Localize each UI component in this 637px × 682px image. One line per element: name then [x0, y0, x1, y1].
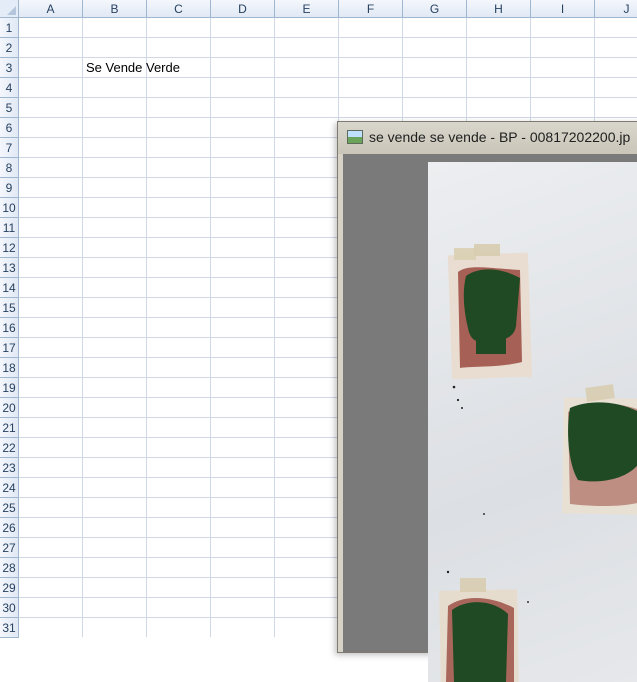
row-header-12[interactable]: 12 — [0, 238, 19, 258]
row-header-14[interactable]: 14 — [0, 278, 19, 298]
painted-paper-2 — [561, 384, 637, 515]
row-header-17[interactable]: 17 — [0, 338, 19, 358]
row-header-28[interactable]: 28 — [0, 558, 19, 578]
row-header-9[interactable]: 9 — [0, 178, 19, 198]
row-header-18[interactable]: 18 — [0, 358, 19, 378]
row-header-15[interactable]: 15 — [0, 298, 19, 318]
image-viewer-window[interactable]: se vende se vende - BP - 00817202200.jp — [337, 121, 637, 682]
row-header-23[interactable]: 23 — [0, 458, 19, 478]
row-header-25[interactable]: 25 — [0, 498, 19, 518]
column-header-h[interactable]: H — [467, 0, 531, 18]
artwork-photo-svg — [439, 244, 637, 682]
row-header-7[interactable]: 7 — [0, 138, 19, 158]
row-header-21[interactable]: 21 — [0, 418, 19, 438]
row-headers: 1 2 3 4 5 6 7 8 9 10 11 12 13 14 15 16 17 18 19 20 21 22 23 24 2… — [0, 18, 19, 638]
row-header-5[interactable]: 5 — [0, 98, 19, 118]
row-header-19[interactable]: 19 — [0, 378, 19, 398]
viewer-canvas — [343, 154, 637, 682]
row-header-24[interactable]: 24 — [0, 478, 19, 498]
row-header-6[interactable]: 6 — [0, 118, 19, 138]
column-header-d[interactable]: D — [211, 0, 275, 18]
column-header-f[interactable]: F — [339, 0, 403, 18]
row-header-4[interactable]: 4 — [0, 78, 19, 98]
column-header-b[interactable]: B — [83, 0, 147, 18]
column-header-e[interactable]: E — [275, 0, 339, 18]
painted-paper-3 — [439, 578, 519, 682]
select-all-corner[interactable] — [0, 0, 19, 18]
viewer-titlebar[interactable]: se vende se vende - BP - 00817202200.jp — [338, 122, 637, 154]
row-header-29[interactable]: 29 — [0, 578, 19, 598]
viewer-title: se vende se vende - BP - 00817202200.jp — [369, 129, 631, 145]
row-header-3[interactable]: 3 — [0, 58, 19, 78]
row-header-8[interactable]: 8 — [0, 158, 19, 178]
row-header-1[interactable]: 1 — [0, 18, 19, 38]
row-header-26[interactable]: 26 — [0, 518, 19, 538]
column-header-a[interactable]: A — [19, 0, 83, 18]
row-header-27[interactable]: 27 — [0, 538, 19, 558]
row-header-11[interactable]: 11 — [0, 218, 19, 238]
column-header-g[interactable]: G — [403, 0, 467, 18]
row-header-31[interactable]: 31 — [0, 618, 19, 638]
column-headers: ABCDEFGHIJ — [19, 0, 637, 18]
column-header-i[interactable]: I — [531, 0, 595, 18]
row-header-2[interactable]: 2 — [0, 38, 19, 58]
column-header-c[interactable]: C — [147, 0, 211, 18]
row-header-20[interactable]: 20 — [0, 398, 19, 418]
painted-paper-1 — [447, 244, 533, 380]
row-header-16[interactable]: 16 — [0, 318, 19, 338]
column-header-j[interactable]: J — [595, 0, 637, 18]
row-header-30[interactable]: 30 — [0, 598, 19, 618]
row-header-10[interactable]: 10 — [0, 198, 19, 218]
row-header-22[interactable]: 22 — [0, 438, 19, 458]
row-header-13[interactable]: 13 — [0, 258, 19, 278]
select-all-triangle-icon — [7, 6, 16, 15]
cell-b3[interactable]: Se Vende Verde — [86, 58, 180, 78]
image-file-icon — [347, 130, 363, 144]
artwork-photo — [428, 162, 637, 682]
